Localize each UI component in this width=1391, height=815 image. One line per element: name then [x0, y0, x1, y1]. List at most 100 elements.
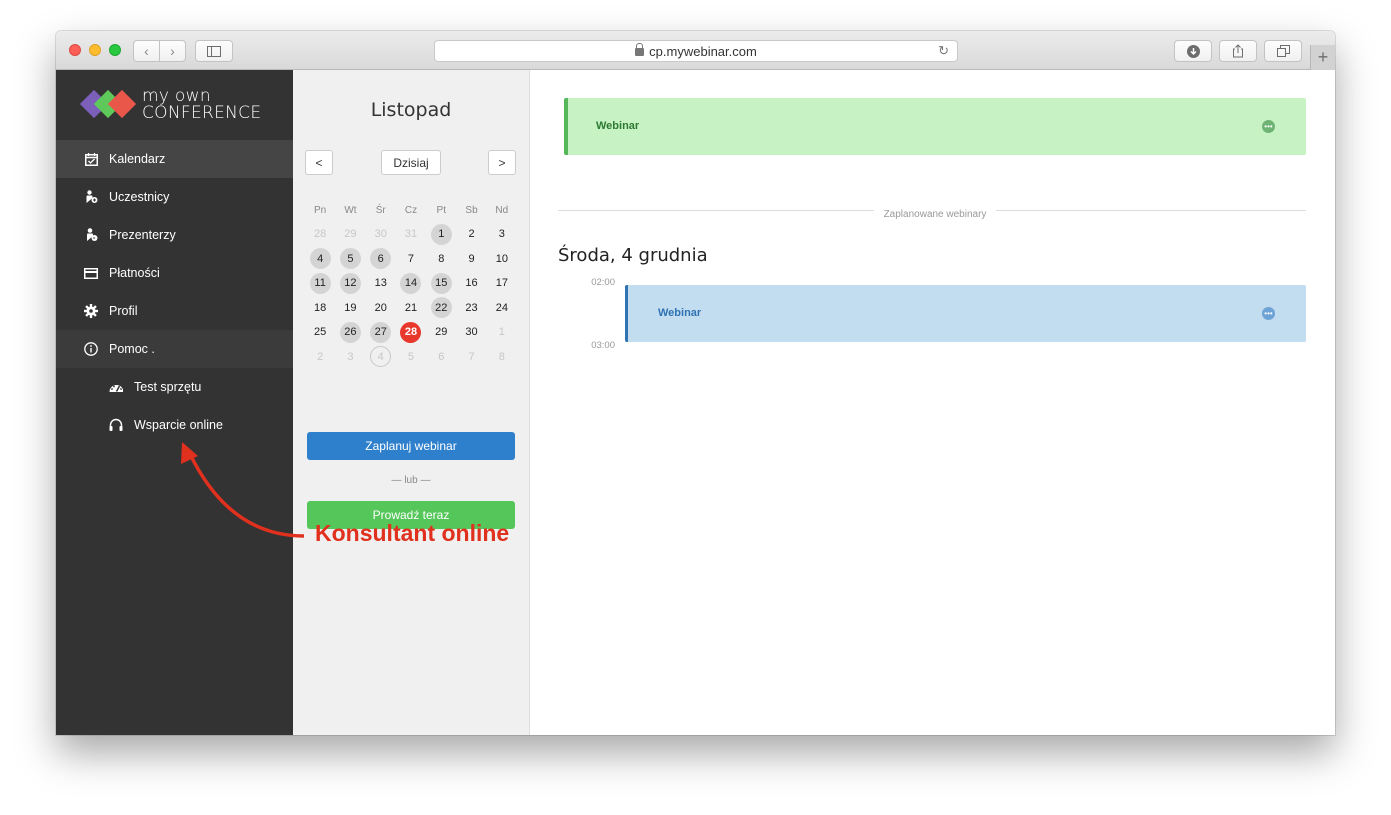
calendar-day[interactable]: 6	[366, 247, 396, 272]
today-button[interactable]: Dzisiaj	[381, 150, 441, 175]
calendar-day[interactable]: 7	[456, 345, 486, 370]
downloads-button[interactable]	[1174, 40, 1212, 62]
calendar-day[interactable]: 11	[305, 271, 335, 296]
calendar-day[interactable]: 9	[456, 247, 486, 272]
calendar-day[interactable]: 8	[426, 247, 456, 272]
calendar-day[interactable]: 6	[426, 345, 456, 370]
calendar-check-icon	[84, 152, 98, 166]
url-text: cp.mywebinar.com	[649, 43, 757, 59]
calendar-day-today[interactable]: 28	[396, 320, 426, 345]
scheduled-webinar-card[interactable]: Webinar •••	[625, 285, 1306, 342]
zoom-window-button[interactable]	[109, 44, 121, 56]
logo-text: my own CONFERENCE	[142, 88, 261, 122]
weekday-label: Pn	[314, 205, 327, 216]
calendar-day[interactable]: 25	[305, 320, 335, 345]
calendar-day[interactable]: 29	[335, 222, 365, 247]
calendar-day[interactable]: 24	[487, 296, 517, 321]
calendar-day[interactable]: 23	[456, 296, 486, 321]
calendar-day[interactable]: 8	[487, 345, 517, 370]
calendar-day[interactable]: 3	[335, 345, 365, 370]
speedometer-icon	[109, 380, 123, 394]
calendar-week-row: 28 29 30 31 1 2 3	[305, 222, 517, 247]
forward-button[interactable]: ›	[159, 41, 185, 61]
calendar-day[interactable]: 13	[366, 271, 396, 296]
calendar-day-number: 13	[374, 277, 387, 290]
calendar-day-number: 1	[430, 223, 452, 245]
calendar-day-number: 1	[498, 326, 505, 339]
sidebar-item-kalendarz[interactable]: Kalendarz	[56, 140, 293, 178]
weekday-label: Sb	[465, 205, 478, 216]
calendar-day[interactable]: 28	[305, 222, 335, 247]
calendar-day[interactable]: 7	[396, 247, 426, 272]
tabs-icon	[1276, 45, 1290, 57]
new-tab-button[interactable]: +	[1310, 45, 1335, 70]
annotation-label: Konsultant online	[315, 520, 510, 546]
main-content: Webinar ••• Zaplanowane webinary Środa, …	[530, 70, 1335, 735]
presenter-icon	[84, 228, 98, 242]
reload-icon[interactable]: ↻	[938, 43, 949, 59]
sidebar-item-uczestnicy[interactable]: Uczestnicy	[56, 178, 293, 216]
minimize-window-button[interactable]	[89, 44, 101, 56]
sidebar-item-pomoc[interactable]: Pomoc .	[56, 330, 293, 368]
address-bar[interactable]: cp.mywebinar.com ↻	[434, 40, 958, 62]
live-webinar-card[interactable]: Webinar •••	[564, 98, 1306, 155]
chevron-left-icon: <	[315, 155, 323, 170]
calendar-day-number: 7	[407, 252, 415, 265]
calendar-day[interactable]: 2	[456, 222, 486, 247]
calendar-day[interactable]: 10	[487, 247, 517, 272]
logo-line2: CONFERENCE	[142, 103, 262, 123]
tabs-overview-button[interactable]	[1264, 40, 1302, 62]
prev-month-button[interactable]: <	[305, 150, 333, 175]
calendar-day[interactable]: 15	[426, 271, 456, 296]
close-window-button[interactable]	[69, 44, 81, 56]
calendar-day-number: 4	[370, 346, 392, 368]
calendar-day[interactable]: 3	[487, 222, 517, 247]
calendar-day[interactable]: 21	[396, 296, 426, 321]
scheduled-webinars-divider: Zaplanowane webinary	[530, 204, 1335, 222]
next-month-button[interactable]: >	[488, 150, 516, 175]
calendar-day[interactable]: 5	[335, 247, 365, 272]
info-icon	[84, 342, 98, 356]
sidebar-item-platnosci[interactable]: Płatności	[56, 254, 293, 292]
sidebar-item-profil[interactable]: Profil	[56, 292, 293, 330]
calendar-day[interactable]: 31	[396, 222, 426, 247]
logo[interactable]: my own CONFERENCE	[79, 88, 280, 124]
calendar-day[interactable]: 29	[426, 320, 456, 345]
submenu-item-wsparcie-online[interactable]: Wsparcie online	[56, 406, 293, 444]
sidebar-toggle-button[interactable]	[195, 40, 233, 62]
calendar-day[interactable]: 12	[335, 271, 365, 296]
calendar-day[interactable]: 19	[335, 296, 365, 321]
or-separator: — lub —	[391, 475, 431, 486]
submenu-item-test-sprzetu[interactable]: Test sprzętu	[56, 368, 293, 406]
calendar-day-number: 30	[465, 326, 478, 339]
calendar-day[interactable]: 17	[487, 271, 517, 296]
calendar-day[interactable]: 26	[335, 320, 365, 345]
calendar-day[interactable]: 14	[396, 271, 426, 296]
calendar-day[interactable]: 30	[456, 320, 486, 345]
calendar-day[interactable]: 5	[396, 345, 426, 370]
calendar-day-number: 17	[495, 277, 508, 290]
calendar-day[interactable]: 2	[305, 345, 335, 370]
calendar-day[interactable]: 27	[366, 320, 396, 345]
more-options-icon[interactable]: •••	[1262, 307, 1275, 320]
calendar-day[interactable]: 18	[305, 296, 335, 321]
calendar-day-number: 12	[339, 272, 361, 294]
calendar-day-number: 2	[317, 350, 324, 363]
calendar-day[interactable]: 16	[456, 271, 486, 296]
schedule-webinar-button[interactable]: Zaplanuj webinar	[307, 432, 515, 460]
calendar-day[interactable]: 30	[366, 222, 396, 247]
calendar-day[interactable]: 4	[305, 247, 335, 272]
more-options-icon[interactable]: •••	[1262, 120, 1275, 133]
back-button[interactable]: ‹	[134, 41, 159, 61]
calendar-day[interactable]: 4	[366, 345, 396, 370]
calendar-day[interactable]: 1	[487, 320, 517, 345]
submenu-item-label: Test sprzętu	[134, 380, 202, 394]
calendar-day[interactable]: 20	[366, 296, 396, 321]
calendar-day[interactable]: 22	[426, 296, 456, 321]
calendar-day-number: 25	[314, 326, 327, 339]
sidebar-item-prezenterzy[interactable]: Prezenterzy	[56, 216, 293, 254]
calendar-day-number: 28	[400, 321, 422, 343]
calendar-day[interactable]: 1	[426, 222, 456, 247]
calendar-day-number: 20	[374, 301, 387, 314]
share-button[interactable]	[1219, 40, 1257, 62]
